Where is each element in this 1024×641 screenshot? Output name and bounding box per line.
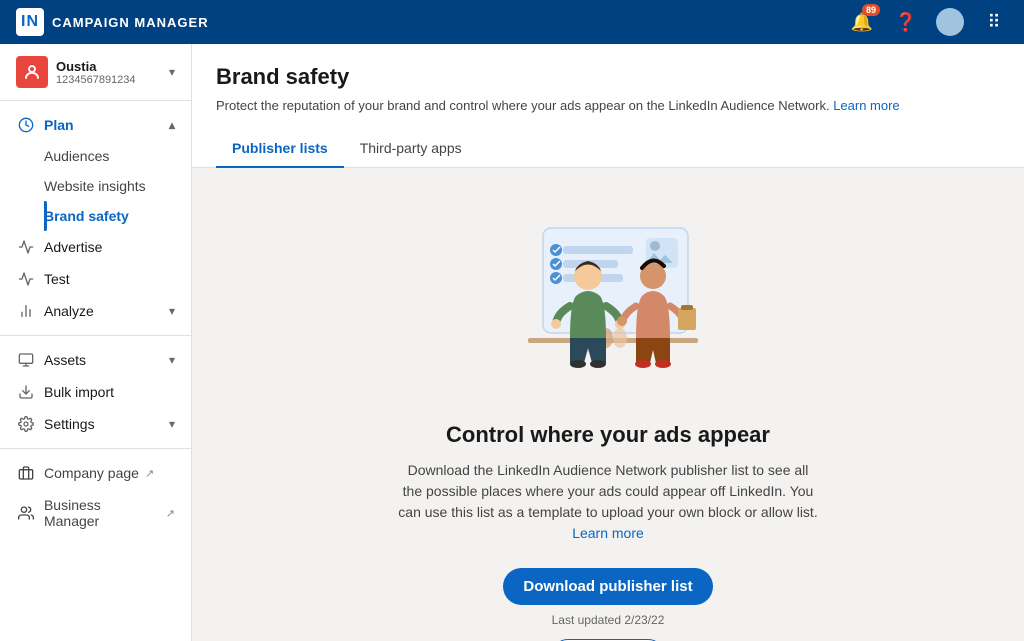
company-page-icon: [16, 465, 36, 481]
sidebar-nav: Plan ▴ Audiences Website insights Brand …: [0, 101, 191, 545]
sidebar: Oustia 1234567891234 ▾ Plan ▴ Audiences …: [0, 44, 192, 641]
chevron-down-icon: ▾: [169, 304, 175, 318]
sidebar-item-business-manager[interactable]: Business Manager ↗: [0, 489, 191, 537]
sidebar-item-assets[interactable]: Assets ▾: [0, 344, 191, 376]
sidebar-item-advertise[interactable]: Advertise: [0, 231, 191, 263]
bulk-import-label: Bulk import: [44, 384, 114, 400]
app-name: CAMPAIGN MANAGER: [52, 15, 209, 30]
business-manager-icon: [16, 505, 36, 521]
bulk-import-icon: [16, 384, 36, 400]
sidebar-divider-2: [0, 448, 191, 449]
content-area: Brand safety Protect the reputation of y…: [192, 44, 1024, 641]
tab-publisher-lists[interactable]: Publisher lists: [216, 132, 344, 168]
active-indicator: [44, 201, 47, 231]
notifications-button[interactable]: 🔔 89: [848, 8, 876, 36]
advertise-label: Advertise: [44, 239, 102, 255]
download-publisher-list-button[interactable]: Download publisher list: [503, 568, 712, 605]
plan-icon: [16, 117, 36, 133]
analyze-icon: [16, 303, 36, 319]
external-link-icon: ↗: [145, 467, 154, 480]
content-body: Control where your ads appear Download t…: [192, 168, 1024, 641]
business-manager-label: Business Manager: [44, 497, 160, 529]
page-subtitle: Protect the reputation of your brand and…: [216, 96, 1000, 116]
sidebar-item-test[interactable]: Test: [0, 263, 191, 295]
question-icon: ❓: [895, 12, 917, 33]
assets-icon: [16, 352, 36, 368]
test-label: Test: [44, 271, 70, 287]
sidebar-item-settings[interactable]: Settings ▾: [0, 408, 191, 440]
control-title: Control where your ads appear: [446, 422, 770, 448]
apps-grid-button[interactable]: ⠿: [980, 8, 1008, 36]
content-header: Brand safety Protect the reputation of y…: [192, 44, 1024, 168]
learn-more-header-link[interactable]: Learn more: [833, 98, 899, 113]
app-logo[interactable]: in CAMPAIGN MANAGER: [16, 8, 209, 36]
last-updated-text: Last updated 2/23/22: [552, 613, 665, 627]
tabs: Publisher lists Third-party apps: [216, 132, 1000, 167]
account-info: Oustia 1234567891234: [56, 59, 169, 86]
top-navigation: in CAMPAIGN MANAGER 🔔 89 ❓ ⠿: [0, 0, 1024, 44]
account-selector[interactable]: Oustia 1234567891234 ▾: [0, 44, 191, 101]
sidebar-item-company-page[interactable]: Company page ↗: [0, 457, 191, 489]
control-description: Download the LinkedIn Audience Network p…: [398, 460, 818, 544]
sidebar-item-analyze[interactable]: Analyze ▾: [0, 295, 191, 327]
help-button[interactable]: ❓: [892, 8, 920, 36]
tab-third-party-apps[interactable]: Third-party apps: [344, 132, 478, 168]
top-nav-icons: 🔔 89 ❓ ⠿: [848, 8, 1008, 36]
chevron-down-icon: ▾: [169, 65, 175, 79]
settings-icon: [16, 416, 36, 432]
plan-sub-items: Audiences Website insights Brand safety: [0, 141, 191, 231]
company-page-label: Company page: [44, 465, 139, 481]
account-icon: [16, 56, 48, 88]
avatar[interactable]: [936, 8, 964, 36]
illustration: [498, 208, 718, 398]
chevron-down-icon-settings: ▾: [169, 417, 175, 431]
settings-label: Settings: [44, 416, 95, 432]
page-title: Brand safety: [216, 64, 1000, 90]
sidebar-divider: [0, 335, 191, 336]
chevron-down-icon-assets: ▾: [169, 353, 175, 367]
account-name: Oustia: [56, 59, 169, 74]
advertise-icon: [16, 239, 36, 255]
grid-icon: ⠿: [987, 12, 1000, 33]
sidebar-item-audiences[interactable]: Audiences: [44, 141, 191, 171]
sidebar-item-website-insights[interactable]: Website insights: [44, 171, 191, 201]
learn-more-body-link[interactable]: Learn more: [572, 525, 644, 541]
sidebar-item-bulk-import[interactable]: Bulk import: [0, 376, 191, 408]
test-icon: [16, 271, 36, 287]
external-link-icon-bm: ↗: [166, 507, 175, 520]
analyze-label: Analyze: [44, 303, 94, 319]
sidebar-item-plan[interactable]: Plan ▴: [0, 109, 191, 141]
assets-label: Assets: [44, 352, 86, 368]
sidebar-item-brand-safety[interactable]: Brand safety: [44, 201, 191, 231]
linkedin-icon: in: [16, 8, 44, 36]
account-id: 1234567891234: [56, 74, 169, 86]
chevron-up-icon: ▴: [169, 118, 175, 132]
main-layout: Oustia 1234567891234 ▾ Plan ▴ Audiences …: [0, 44, 1024, 641]
plan-label: Plan: [44, 117, 74, 133]
notification-badge: 89: [862, 4, 880, 16]
